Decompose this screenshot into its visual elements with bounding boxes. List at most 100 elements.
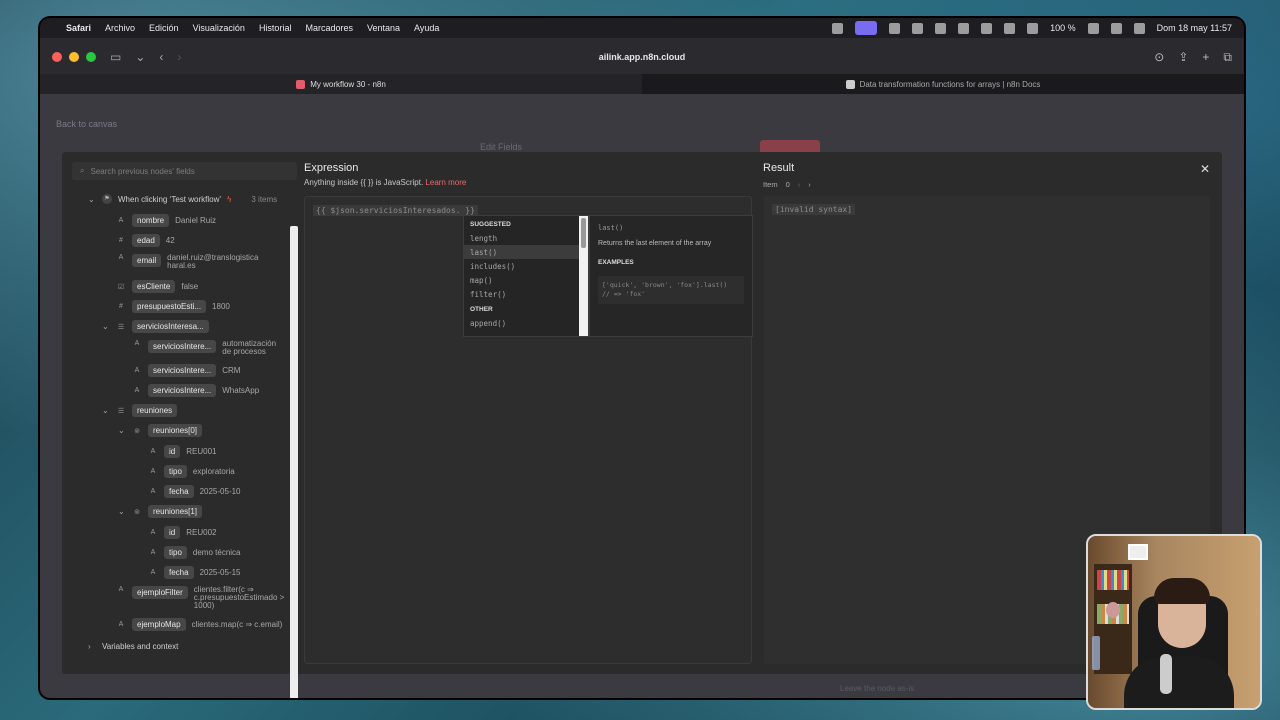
- field-row[interactable]: # presupuestoEsti... 1800: [116, 300, 230, 313]
- field-name[interactable]: serviciosIntere...: [148, 364, 217, 377]
- back-to-canvas-link[interactable]: Back to canvas: [56, 119, 117, 129]
- autocomplete-item-selected[interactable]: last(): [464, 245, 588, 259]
- status-icon[interactable]: [832, 22, 844, 34]
- chevron-down-icon[interactable]: ⌄: [118, 507, 126, 516]
- field-name[interactable]: email: [132, 254, 162, 267]
- tab-n8n-docs[interactable]: Data transformation functions for arrays…: [642, 74, 1244, 94]
- field-name[interactable]: esCliente: [132, 280, 176, 293]
- chevron-down-icon[interactable]: ⌄: [102, 322, 110, 331]
- battery-label[interactable]: 100 %: [1050, 23, 1076, 33]
- autocomplete-item[interactable]: filter(): [464, 287, 588, 301]
- field-name[interactable]: tipo: [164, 465, 187, 478]
- field-row[interactable]: A serviciosIntere... WhatsApp: [132, 384, 259, 397]
- close-window-button[interactable]: [52, 52, 62, 62]
- app-icon-3[interactable]: [958, 22, 970, 34]
- field-row[interactable]: A tipo demo técnica: [148, 546, 241, 559]
- minimize-window-button[interactable]: [69, 52, 79, 62]
- menu-historial[interactable]: Historial: [259, 23, 292, 33]
- menu-ventana[interactable]: Ventana: [367, 23, 400, 33]
- field-row[interactable]: A id REU002: [148, 526, 216, 539]
- autocomplete-item[interactable]: append(): [464, 316, 588, 330]
- chevron-right-icon[interactable]: ›: [808, 180, 811, 189]
- field-row[interactable]: A nombre Daniel Ruiz: [116, 214, 216, 227]
- search-input[interactable]: ⌕ Search previous nodes' fields: [72, 162, 297, 180]
- volume-icon[interactable]: [1004, 22, 1016, 34]
- new-tab-icon[interactable]: +: [1202, 50, 1209, 65]
- field-name[interactable]: serviciosInteresa...: [132, 320, 209, 333]
- expression-editor[interactable]: {{ $json.serviciosInteresados. }} SUGGES…: [304, 196, 753, 664]
- field-row[interactable]: A fecha 2025-05-15: [148, 566, 241, 579]
- menu-archivo[interactable]: Archivo: [105, 23, 135, 33]
- field-name[interactable]: reuniones[1]: [148, 505, 203, 518]
- gear-icon[interactable]: [889, 22, 901, 34]
- field-row[interactable]: ☑ esCliente false: [116, 280, 198, 293]
- tab-n8n-workflow[interactable]: My workflow 30 - n8n: [40, 74, 642, 94]
- field-name[interactable]: id: [164, 526, 181, 539]
- field-name[interactable]: id: [164, 445, 181, 458]
- field-name[interactable]: fecha: [164, 485, 194, 498]
- field-name[interactable]: edad: [132, 234, 160, 247]
- chevron-down-icon[interactable]: ⌄: [102, 406, 110, 415]
- field-name[interactable]: nombre: [132, 214, 170, 227]
- field-row[interactable]: A fecha 2025-05-10: [148, 485, 241, 498]
- field-name[interactable]: ejemploFilter: [132, 586, 188, 599]
- autocomplete-item[interactable]: includes(): [464, 259, 588, 273]
- datetime[interactable]: Dom 18 may 11:57: [1157, 23, 1232, 33]
- download-icon[interactable]: ⊙: [1154, 50, 1164, 65]
- field-name[interactable]: tipo: [164, 546, 187, 559]
- field-name[interactable]: reuniones: [132, 404, 178, 417]
- field-name[interactable]: ejemploMap: [132, 618, 186, 631]
- field-row[interactable]: A ejemploMap clientes.map(c ⇒ c.email): [116, 618, 282, 631]
- field-row[interactable]: ⌄ ⊚ reuniones[1]: [118, 505, 203, 518]
- expression-code[interactable]: {{ $json.serviciosInteresados. }}: [313, 205, 478, 216]
- forward-icon[interactable]: ›: [177, 50, 181, 64]
- tab-overview-icon[interactable]: ⧉: [1223, 50, 1232, 65]
- chevron-down-icon[interactable]: ⌄: [118, 426, 126, 435]
- field-row[interactable]: A id REU001: [148, 445, 216, 458]
- menu-safari[interactable]: Safari: [66, 23, 91, 33]
- field-name[interactable]: serviciosIntere...: [148, 340, 217, 353]
- learn-more-link[interactable]: Learn more: [425, 178, 466, 187]
- chevron-down-icon[interactable]: ⌄: [88, 195, 96, 204]
- address-bar[interactable]: ailink.app.n8n.cloud: [599, 52, 686, 62]
- menu-visualizacion[interactable]: Visualización: [193, 23, 245, 33]
- control-center-icon[interactable]: [1133, 22, 1145, 34]
- autocomplete-scrollbar[interactable]: [579, 216, 588, 336]
- field-row[interactable]: ⌄ ☰ serviciosInteresa...: [102, 320, 209, 333]
- close-icon[interactable]: ✕: [1200, 162, 1210, 176]
- field-row[interactable]: A serviciosIntere... automatización de p…: [132, 340, 282, 356]
- search-icon[interactable]: [1110, 22, 1122, 34]
- field-row[interactable]: A email daniel.ruiz@translogisticaharal.…: [116, 254, 259, 270]
- play-icon[interactable]: [981, 22, 993, 34]
- menu-edicion[interactable]: Edición: [149, 23, 179, 33]
- zoom-window-button[interactable]: [86, 52, 96, 62]
- app-icon[interactable]: [912, 22, 924, 34]
- chevron-down-icon[interactable]: ⌄: [135, 50, 145, 64]
- screen-share-icon[interactable]: [855, 21, 878, 35]
- field-row[interactable]: A serviciosIntere... CRM: [132, 364, 240, 377]
- menu-marcadores[interactable]: Marcadores: [305, 23, 353, 33]
- bluetooth-icon[interactable]: [1027, 22, 1039, 34]
- autocomplete-item[interactable]: map(): [464, 273, 588, 287]
- field-row[interactable]: A ejemploFilter clientes.filter(c ⇒ c.pr…: [116, 586, 288, 610]
- sidebar-icon[interactable]: ▭: [110, 50, 121, 64]
- tree-scrollbar[interactable]: [290, 226, 298, 698]
- share-icon[interactable]: ⇪: [1178, 50, 1188, 65]
- chevron-left-icon[interactable]: ‹: [798, 180, 801, 189]
- field-row[interactable]: ⌄ ⊚ reuniones[0]: [118, 424, 203, 437]
- trigger-node-row[interactable]: ⌄ ⚑ When clicking ‘Test workflow’ ϟ 3 it…: [88, 194, 277, 204]
- chevron-right-icon[interactable]: ›: [88, 642, 96, 651]
- field-name[interactable]: presupuestoEsti...: [132, 300, 207, 313]
- field-name[interactable]: fecha: [164, 566, 194, 579]
- menu-ayuda[interactable]: Ayuda: [414, 23, 439, 33]
- back-icon[interactable]: ‹: [159, 50, 163, 64]
- field-name[interactable]: serviciosIntere...: [148, 384, 217, 397]
- autocomplete-item[interactable]: length: [464, 231, 588, 245]
- field-row[interactable]: ⌄ ☰ reuniones: [102, 404, 178, 417]
- field-row[interactable]: # edad 42: [116, 234, 175, 247]
- app-icon-2[interactable]: [935, 22, 947, 34]
- variables-context-row[interactable]: › Variables and context: [88, 642, 178, 651]
- field-row[interactable]: A tipo exploratoria: [148, 465, 235, 478]
- field-name[interactable]: reuniones[0]: [148, 424, 203, 437]
- wifi-icon[interactable]: [1087, 22, 1099, 34]
